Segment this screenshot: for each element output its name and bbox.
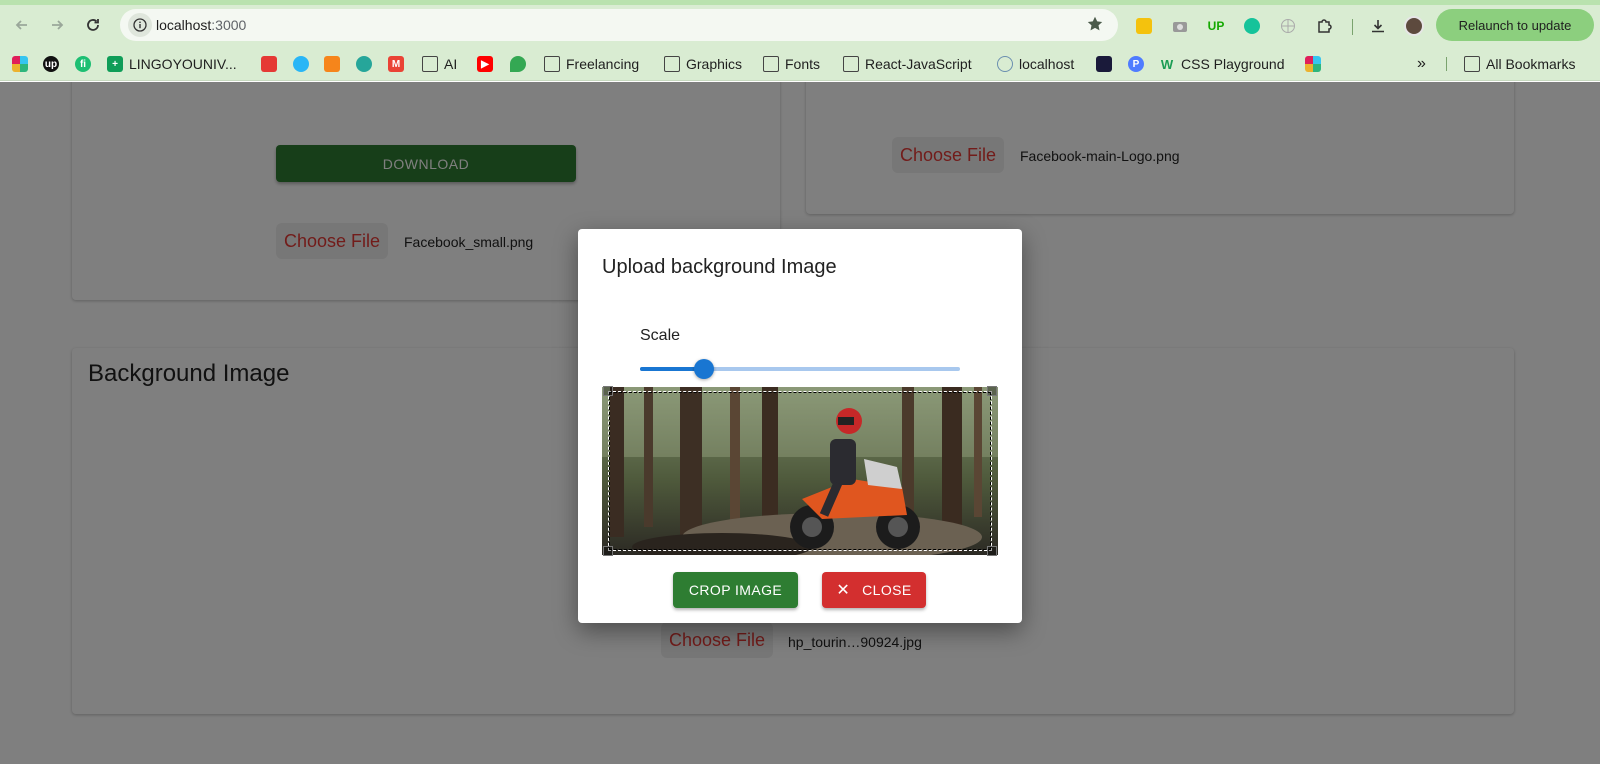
close-button[interactable]: ✕ CLOSE xyxy=(822,572,926,608)
dialog-title: Upload background Image xyxy=(602,256,837,278)
slack-icon xyxy=(1305,56,1321,72)
bookmark-upwork[interactable]: up xyxy=(43,53,65,75)
bookmark-folder-graphics[interactable]: Graphics xyxy=(664,53,742,75)
all-bookmarks-label: All Bookmarks xyxy=(1486,56,1576,72)
bookmark-label: AI xyxy=(444,56,458,72)
slack-icon xyxy=(12,56,28,72)
bookmark-19[interactable]: P xyxy=(1128,53,1150,75)
back-button[interactable] xyxy=(10,13,34,37)
extension-grammarly-icon[interactable] xyxy=(1241,15,1263,37)
brand-red-icon xyxy=(261,56,277,72)
folder-icon xyxy=(422,56,438,72)
extension-globe-icon[interactable] xyxy=(1277,15,1299,37)
profile-avatar[interactable] xyxy=(1403,15,1425,37)
bookmark-folder-react-javascript[interactable]: React-JavaScript xyxy=(843,53,972,75)
back-arrow-icon xyxy=(15,20,27,30)
extensions-puzzle-icon[interactable] xyxy=(1313,15,1335,37)
reload-icon xyxy=(87,19,99,31)
sheets-icon: + xyxy=(107,56,123,72)
teal-globe-icon xyxy=(356,56,372,72)
maps-pin-icon xyxy=(510,56,526,72)
bookmarks-divider xyxy=(1446,57,1447,71)
forward-arrow-icon xyxy=(52,20,64,30)
close-icon: ✕ xyxy=(836,582,851,599)
crop-handle-bottom-left[interactable] xyxy=(603,546,613,556)
scale-slider-thumb[interactable] xyxy=(694,359,714,379)
globe-icon xyxy=(997,56,1013,72)
bookmark-gmail[interactable]: M xyxy=(388,53,410,75)
bookmark-slack[interactable] xyxy=(12,53,34,75)
bookmark-folder-ai[interactable]: AI xyxy=(422,53,457,75)
bookmarks-overflow-chevron-icon[interactable]: » xyxy=(1417,53,1426,75)
bookmark-lingoyouniv[interactable]: + LINGOYOUNIV... xyxy=(107,53,237,75)
folder-icon xyxy=(544,56,560,72)
bookmark-label: CSS Playground xyxy=(1181,56,1285,72)
bookmark-slack-2[interactable] xyxy=(1305,53,1327,75)
toolbar-divider xyxy=(1352,19,1353,35)
folder-icon xyxy=(763,56,779,72)
bookmark-folder-freelancing[interactable]: Freelancing xyxy=(544,53,639,75)
bookmark-star-icon[interactable] xyxy=(1086,15,1104,38)
crop-image-button[interactable]: CROP IMAGE xyxy=(673,572,798,608)
scale-slider[interactable] xyxy=(640,359,960,379)
extension-upwork-icon[interactable]: UP xyxy=(1205,15,1227,37)
bookmark-label: localhost xyxy=(1019,56,1075,72)
scale-label: Scale xyxy=(640,327,681,344)
bookmark-label: LINGOYOUNIV... xyxy=(129,56,237,72)
bookmark-folder-fonts[interactable]: Fonts xyxy=(763,53,820,75)
w-brand-icon: W xyxy=(1160,56,1174,72)
bookmark-css-playground[interactable]: W CSS Playground xyxy=(1159,53,1285,75)
bookmark-label: Graphics xyxy=(686,56,743,72)
reload-button[interactable] xyxy=(81,13,105,37)
bookmarks-bar: up fi + LINGOYOUNIV... M AI ▶ Freelancing… xyxy=(0,47,1600,81)
fiverr-icon: fi xyxy=(75,56,91,72)
extension-honey-icon[interactable] xyxy=(1133,15,1155,37)
bookmark-label: Fonts xyxy=(785,56,821,72)
browser-toolbar: localhost:3000 UP Relaunch to update xyxy=(0,0,1600,47)
close-button-label: CLOSE xyxy=(862,582,912,598)
metamask-fox-icon xyxy=(324,56,340,72)
site-info-icon[interactable] xyxy=(128,13,152,37)
extension-camera-icon[interactable] xyxy=(1169,15,1191,37)
url-host: localhost xyxy=(156,17,212,33)
bookmark-maps[interactable] xyxy=(510,53,532,75)
upwork-icon: up xyxy=(43,56,59,72)
dark-brand-icon xyxy=(1096,56,1112,72)
upload-background-dialog: Upload background Image Scale CROP IMAGE… xyxy=(578,229,1022,623)
forward-button[interactable] xyxy=(45,13,69,37)
url-port: :3000 xyxy=(211,17,247,33)
circle-blue-icon xyxy=(293,56,309,72)
bookmark-18[interactable] xyxy=(1096,53,1118,75)
crop-handle-top-right[interactable] xyxy=(987,386,997,396)
folder-icon xyxy=(1464,56,1480,72)
bookmark-5[interactable] xyxy=(261,53,283,75)
address-url: localhost:3000 xyxy=(156,17,246,33)
folder-icon xyxy=(843,56,859,72)
bookmark-localhost[interactable]: localhost xyxy=(997,53,1074,75)
bookmark-metamask[interactable] xyxy=(324,53,346,75)
all-bookmarks[interactable]: All Bookmarks xyxy=(1464,53,1575,75)
crop-handle-top-left[interactable] xyxy=(603,386,613,396)
bookmark-8[interactable] xyxy=(356,53,378,75)
gmail-icon: M xyxy=(388,56,404,72)
crop-handle-bottom-right[interactable] xyxy=(987,546,997,556)
youtube-icon: ▶ xyxy=(477,56,493,72)
p-brand-icon: P xyxy=(1128,56,1144,72)
address-bar[interactable]: localhost:3000 xyxy=(120,9,1118,41)
relaunch-button[interactable]: Relaunch to update xyxy=(1436,9,1594,41)
bookmark-6[interactable] xyxy=(293,53,315,75)
folder-icon xyxy=(664,56,680,72)
bookmark-label: Freelancing xyxy=(566,56,640,72)
bookmark-youtube[interactable]: ▶ xyxy=(477,53,499,75)
bookmark-fiverr[interactable]: fi xyxy=(75,53,97,75)
crop-selection-box[interactable] xyxy=(608,391,992,551)
downloads-icon[interactable] xyxy=(1367,15,1389,37)
bookmark-label: React-JavaScript xyxy=(865,56,972,72)
